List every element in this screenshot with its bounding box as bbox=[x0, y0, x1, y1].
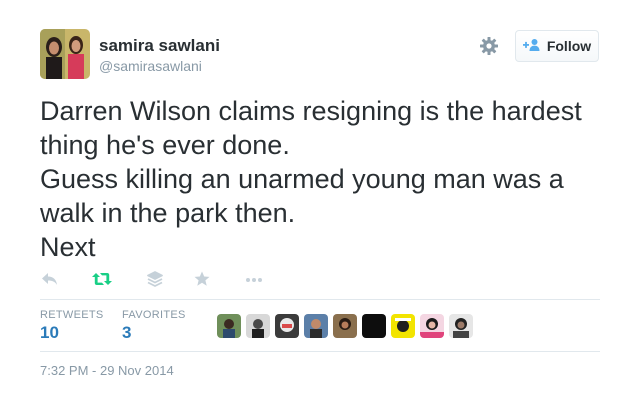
display-name[interactable]: samira sawlani bbox=[99, 36, 220, 56]
gear-icon[interactable] bbox=[478, 35, 500, 57]
tweet-text: Darren Wilson claims resigning is the ha… bbox=[40, 94, 620, 264]
avatar[interactable] bbox=[420, 314, 444, 338]
avatar[interactable] bbox=[362, 314, 386, 338]
avatar[interactable] bbox=[40, 29, 90, 79]
tweet-line: walk in the park then. bbox=[40, 198, 296, 228]
avatar[interactable] bbox=[275, 314, 299, 338]
more-icon[interactable] bbox=[244, 270, 268, 290]
tweet-line: Darren Wilson claims resigning is the ha… bbox=[40, 96, 582, 126]
follow-button-label: Follow bbox=[546, 38, 592, 54]
retweet-icon[interactable] bbox=[91, 270, 115, 290]
buffer-icon[interactable] bbox=[146, 270, 170, 290]
avatar[interactable] bbox=[217, 314, 241, 338]
tweet-line: Next bbox=[40, 232, 96, 262]
user-handle[interactable]: @samirasawlani bbox=[99, 58, 202, 74]
divider bbox=[40, 299, 600, 300]
retweets-label: RETWEETS bbox=[40, 309, 104, 321]
follow-button[interactable]: Follow bbox=[515, 30, 599, 62]
tweet-line: thing he's ever done. bbox=[40, 130, 290, 160]
retweets-count[interactable]: 10 bbox=[40, 323, 59, 343]
avatar[interactable] bbox=[333, 314, 357, 338]
tweet-card: samira sawlani @samirasawlani Follow Dar… bbox=[0, 0, 639, 413]
avatar[interactable] bbox=[391, 314, 415, 338]
favorite-icon[interactable] bbox=[193, 270, 217, 290]
reply-icon[interactable] bbox=[40, 270, 64, 290]
favorites-count[interactable]: 3 bbox=[122, 323, 131, 343]
favorites-label: FAVORITES bbox=[122, 309, 186, 321]
tweet-timestamp[interactable]: 7:32 PM - 29 Nov 2014 bbox=[40, 363, 174, 378]
add-user-icon bbox=[522, 38, 547, 55]
avatar[interactable] bbox=[304, 314, 328, 338]
avatar[interactable] bbox=[449, 314, 473, 338]
tweet-line: Guess killing an unarmed young man was a bbox=[40, 164, 564, 194]
avatar[interactable] bbox=[246, 314, 270, 338]
divider bbox=[40, 351, 600, 352]
